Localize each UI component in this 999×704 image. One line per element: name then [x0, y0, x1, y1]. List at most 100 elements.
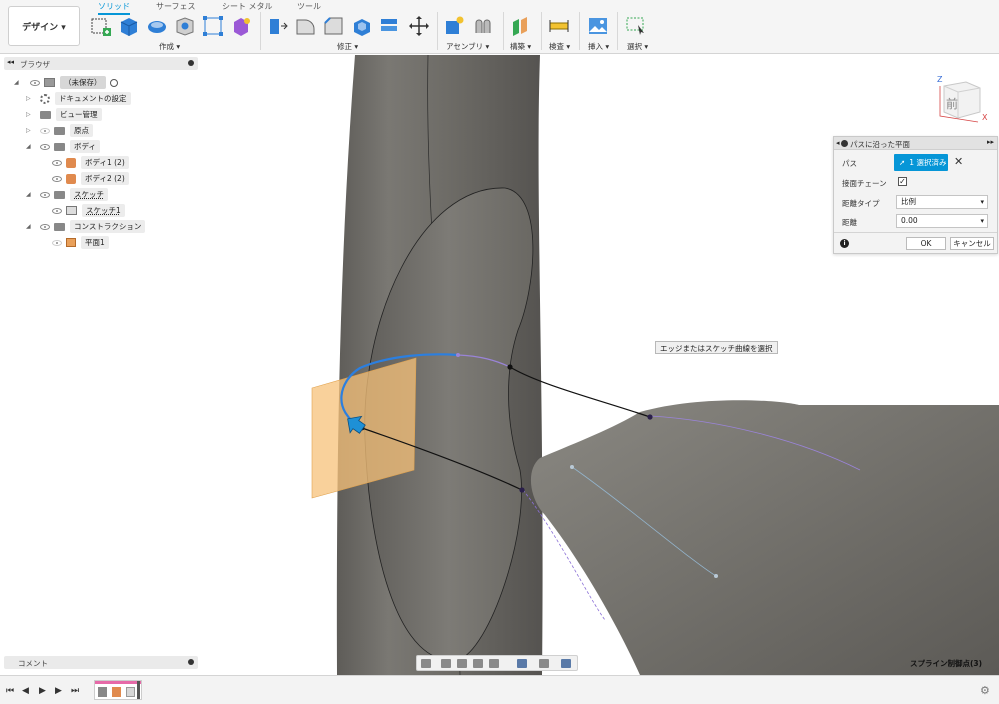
tab-solid[interactable]: ソリッド [98, 1, 130, 15]
insert-group-label[interactable]: 挿入 ▾ [588, 41, 609, 52]
combine-icon[interactable] [378, 15, 400, 37]
collapse-panel-icon[interactable]: ◂◂ [7, 58, 14, 66]
browser-item-bodies[interactable]: ボディ [40, 140, 100, 153]
create-group-label[interactable]: 作成 ▾ [159, 41, 180, 52]
timeline-strip[interactable] [94, 680, 142, 700]
collapsed-caret-icon[interactable]: ▷ [26, 111, 31, 118]
pin-icon[interactable] [188, 659, 194, 665]
step-forward-icon[interactable]: ▶ [55, 686, 62, 696]
workspace-switcher-button[interactable]: デザイン ▾ [8, 6, 80, 46]
viewports-icon[interactable] [561, 659, 571, 668]
dialog-minimize-icon[interactable] [841, 140, 848, 147]
ok-button[interactable]: OK [906, 237, 946, 250]
visibility-eye-icon[interactable] [52, 207, 62, 214]
hidden-eye-icon[interactable] [52, 239, 62, 246]
timeline-body-feature-icon[interactable] [98, 687, 107, 697]
assemble-group-label[interactable]: アセンブリ ▾ [446, 41, 489, 52]
cancel-button[interactable]: キャンセル [950, 237, 994, 250]
step-back-icon[interactable]: ◀ [22, 686, 29, 696]
pin-icon[interactable] [188, 60, 194, 66]
look-at-icon[interactable] [441, 659, 451, 668]
control-point[interactable] [456, 353, 460, 357]
chain-checkbox[interactable]: ✓ [898, 177, 907, 186]
construct-group-label[interactable]: 構築 ▾ [510, 41, 531, 52]
control-point[interactable] [507, 364, 513, 370]
visibility-eye-icon[interactable] [30, 79, 40, 86]
extrude-box-icon[interactable] [117, 15, 139, 37]
control-point[interactable] [647, 414, 653, 420]
viewcube-front-label[interactable]: 前 [946, 96, 958, 111]
orbit-icon[interactable] [421, 659, 431, 668]
create-sketch-icon[interactable] [90, 15, 112, 37]
offset-plane-icon[interactable] [509, 15, 531, 37]
timeline-marker-handle[interactable] [137, 681, 140, 699]
browser-item-document-settings[interactable]: ドキュメントの設定 [40, 92, 131, 105]
browser-item-origin[interactable]: 原点 [40, 124, 93, 137]
visibility-eye-icon[interactable] [52, 159, 62, 166]
dialog-header[interactable]: ◂ パスに沿った平面 ▸▸ [834, 137, 997, 150]
expand-caret-icon[interactable]: ◢ [26, 143, 31, 150]
grid-settings-icon[interactable] [539, 659, 549, 668]
browser-item-plane1[interactable]: 平面1 [52, 236, 109, 249]
control-point[interactable] [570, 465, 574, 469]
shell-icon[interactable] [350, 15, 372, 37]
inspect-group-label[interactable]: 検査 ▾ [549, 41, 570, 52]
browser-item-body2[interactable]: ボディ2 (2) [52, 172, 129, 185]
info-icon[interactable]: i [840, 239, 849, 248]
browser-item-named-views[interactable]: ビュー管理 [40, 108, 102, 121]
view-cube[interactable]: 前 Z X [936, 72, 988, 124]
modify-group-label[interactable]: 修正 ▾ [337, 41, 358, 52]
dialog-expand-icon[interactable]: ▸▸ [987, 138, 994, 146]
press-pull-icon[interactable] [266, 15, 288, 37]
zoom-icon[interactable] [473, 659, 483, 668]
visibility-eye-icon[interactable] [40, 191, 50, 198]
create-derive-icon[interactable] [230, 15, 252, 37]
pan-hand-icon[interactable] [457, 659, 467, 668]
path-selection-button[interactable]: ➚ 1 選択済み [894, 154, 948, 171]
fillet-icon[interactable] [294, 15, 316, 37]
clear-selection-icon[interactable]: ✕ [954, 155, 963, 168]
tab-sheet-metal[interactable]: シート メタル [222, 1, 273, 12]
browser-item-construction[interactable]: コンストラクション [40, 220, 146, 233]
select-group-label[interactable]: 選択 ▾ [627, 41, 648, 52]
zoom-window-icon[interactable] [489, 659, 499, 668]
control-point[interactable] [519, 487, 525, 493]
go-to-start-icon[interactable]: ⏮ [6, 686, 14, 696]
gear-icon[interactable]: ⚙ [980, 684, 990, 697]
form-icon[interactable] [202, 15, 224, 37]
joint-icon[interactable] [472, 15, 494, 37]
browser-item-sketch1[interactable]: スケッチ1 [52, 204, 125, 217]
select-window-icon[interactable] [625, 15, 647, 37]
dialog-collapse-icon[interactable]: ◂ [836, 139, 840, 147]
collapsed-caret-icon[interactable]: ▷ [26, 127, 31, 134]
visibility-eye-icon[interactable] [40, 143, 50, 150]
activate-radio-icon[interactable] [109, 78, 118, 87]
browser-item-root[interactable]: （未保存） [30, 76, 118, 89]
distance-input[interactable]: 0.00 ▾ [896, 214, 988, 228]
expand-caret-icon[interactable]: ◢ [26, 191, 31, 198]
hole-icon[interactable] [174, 15, 196, 37]
revolve-icon[interactable] [146, 15, 168, 37]
go-to-end-icon[interactable]: ⏭ [71, 686, 79, 696]
visibility-eye-icon[interactable] [40, 223, 50, 230]
distance-type-select[interactable]: 比例 ▾ [896, 195, 988, 209]
hidden-eye-icon[interactable] [40, 127, 50, 134]
move-icon[interactable] [408, 15, 430, 37]
control-point[interactable] [714, 574, 718, 578]
visibility-eye-icon[interactable] [52, 175, 62, 182]
tab-surface[interactable]: サーフェス [156, 1, 196, 12]
expand-caret-icon[interactable]: ◢ [14, 79, 19, 86]
tab-tools[interactable]: ツール [297, 1, 321, 12]
timeline-plane-feature-icon[interactable] [126, 687, 135, 697]
measure-icon[interactable] [548, 15, 570, 37]
chamfer-icon[interactable] [322, 15, 344, 37]
new-component-icon[interactable] [443, 15, 465, 37]
collapsed-caret-icon[interactable]: ▷ [26, 95, 31, 102]
browser-item-body1[interactable]: ボディ1 (2) [52, 156, 129, 169]
comments-header[interactable]: コメント [4, 656, 198, 669]
insert-image-icon[interactable] [587, 15, 609, 37]
expand-caret-icon[interactable]: ◢ [26, 223, 31, 230]
play-icon[interactable]: ▶ [39, 686, 46, 696]
display-settings-icon[interactable] [517, 659, 527, 668]
timeline-body-feature-icon[interactable] [112, 687, 121, 697]
